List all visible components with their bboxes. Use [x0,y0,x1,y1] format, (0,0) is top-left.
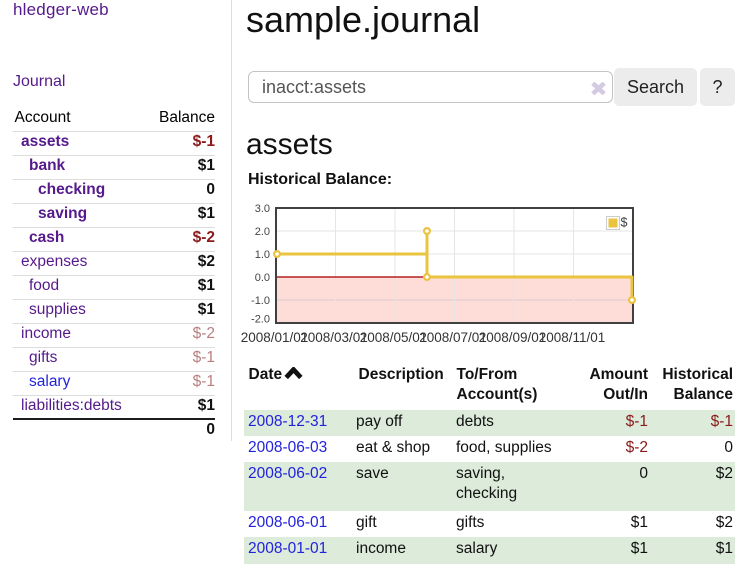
svg-text:-2.0: -2.0 [251,314,270,326]
svg-text:2008/05/01: 2008/05/01 [360,330,428,345]
svg-text:$: $ [621,216,628,230]
svg-text:2008/01/01: 2008/01/01 [241,330,309,345]
svg-text:2.0: 2.0 [255,226,270,238]
svg-text:2008/03/01: 2008/03/01 [300,330,368,345]
svg-text:-1.0: -1.0 [251,295,270,307]
svg-text:2008/11/01: 2008/11/01 [539,330,606,345]
svg-text:0.0: 0.0 [255,272,270,284]
svg-text:1.0: 1.0 [255,249,270,261]
svg-text:2008/09/01: 2008/09/01 [479,330,547,345]
svg-text:2008/07/01: 2008/07/01 [419,330,487,345]
svg-text:3.0: 3.0 [255,203,270,215]
